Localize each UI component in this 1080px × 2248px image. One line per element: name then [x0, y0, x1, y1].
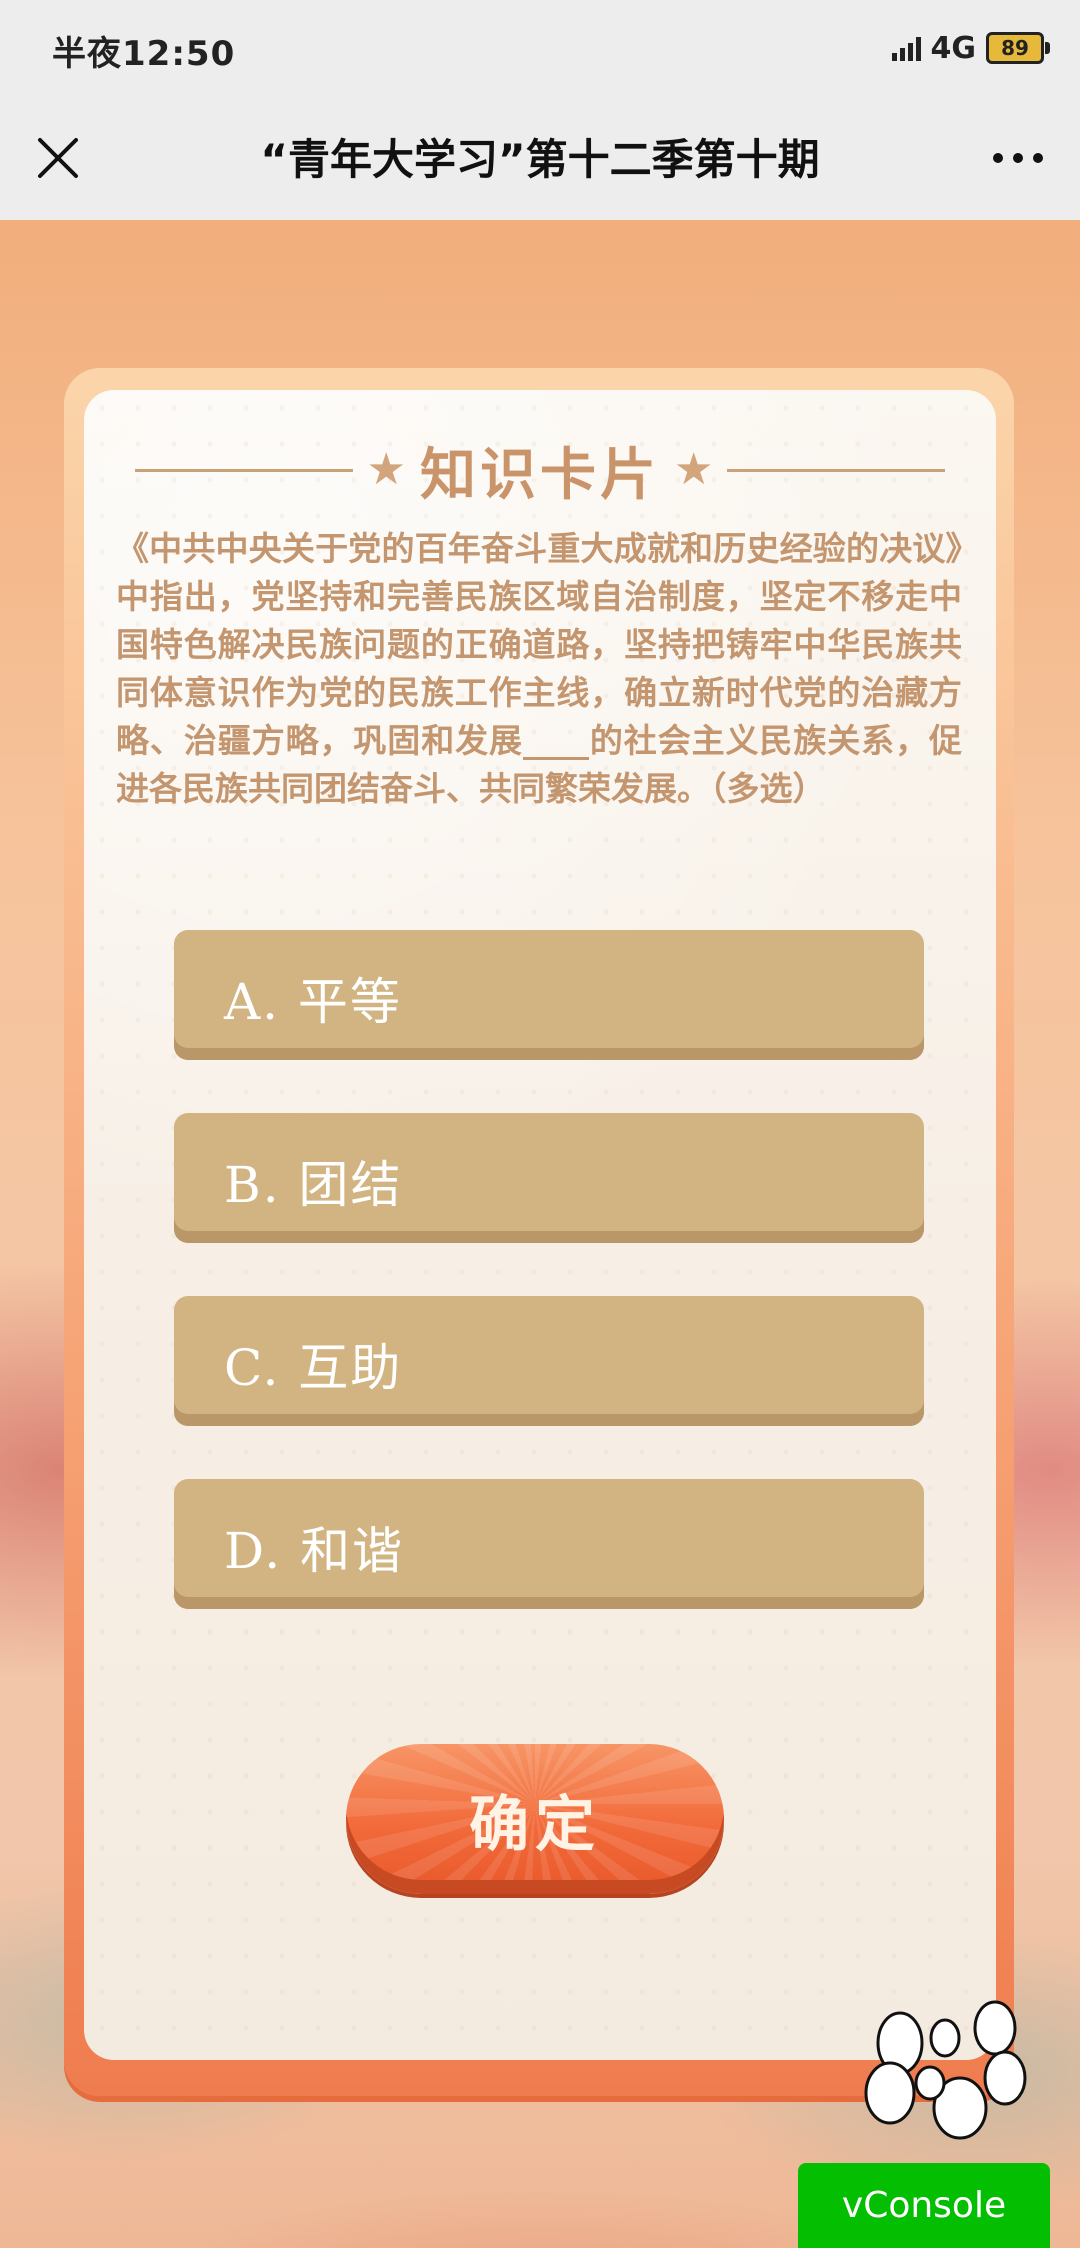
card-heading-text: 知识卡片	[420, 441, 660, 508]
option-d[interactable]: D. 和谐	[174, 1479, 924, 1609]
confirm-label: 确定	[469, 1790, 601, 1860]
option-c[interactable]: C. 互助	[174, 1296, 924, 1426]
battery-level: 89	[1001, 36, 1029, 60]
title-bar: “青年大学习”第十二季第十期	[0, 96, 1080, 220]
option-label: A. 平等	[224, 973, 402, 1031]
status-indicators: 4G 89	[891, 28, 1050, 68]
question-text: 《中共中央关于党的百年奋斗重大成就和历史经验的决议》中指出，党坚持和完善民族区域…	[116, 529, 962, 808]
page-title: “青年大学习”第十二季第十期	[260, 135, 820, 184]
network-type: 4G	[930, 30, 977, 66]
card-heading: ★ 知识卡片 ★	[0, 440, 1080, 508]
vconsole-button[interactable]: vConsole	[798, 2163, 1050, 2248]
battery-icon: 89	[986, 32, 1050, 64]
clapping-hands-icon	[864, 2000, 1027, 2140]
option-b[interactable]: B. 团结	[174, 1113, 924, 1243]
option-label: B. 团结	[224, 1156, 403, 1214]
status-time: 半夜12:50	[52, 34, 236, 74]
status-bar: 半夜12:50 4G 89	[0, 0, 1080, 96]
more-dots-icon[interactable]	[986, 130, 1050, 186]
confirm-button[interactable]: 确定	[346, 1744, 724, 1894]
option-a[interactable]: A. 平等	[174, 930, 924, 1060]
star-icon: ★	[366, 444, 406, 495]
divider-left	[134, 468, 353, 472]
option-label: D. 和谐	[224, 1522, 405, 1580]
option-label: C. 互助	[224, 1339, 403, 1397]
signal-icon	[891, 35, 921, 61]
star-icon: ★	[674, 444, 714, 495]
divider-right	[727, 468, 946, 472]
